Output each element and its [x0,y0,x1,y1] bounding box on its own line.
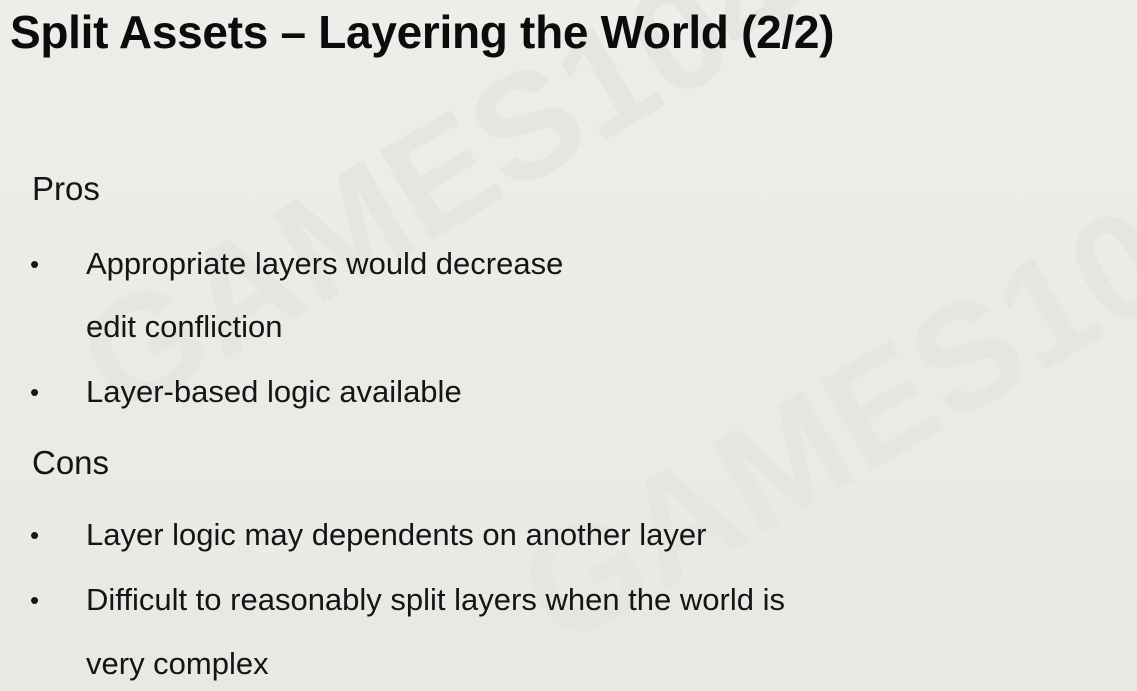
pros-heading: Pros [32,170,100,207]
bullet-icon: • [30,520,40,550]
bullet-text-continued: very complex [86,646,269,681]
bullet-icon: • [30,249,40,279]
list-item: • Layer-based logic available [0,372,1137,412]
list-item: • Layer logic may dependents on another … [0,515,1137,555]
bullet-text: Difficult to reasonably split layers whe… [86,582,785,617]
slide: GAMES104 GAMES104 Split Assets – Layerin… [0,0,1137,691]
slide-title: Split Assets – Layering the World (2/2) [10,6,835,58]
cons-heading: Cons [32,444,110,481]
list-item: • Difficult to reasonably split layers w… [0,580,1137,681]
bullet-text-continued: edit confliction [86,309,283,344]
bullet-icon: • [30,585,40,615]
bullet-icon: • [30,377,40,407]
bullet-text: Layer-based logic available [86,374,462,409]
bullet-text: Appropriate layers would decrease [86,246,564,281]
bullet-text: Layer logic may dependents on another la… [86,517,707,552]
list-item: • Appropriate layers would decrease edit… [0,244,1137,344]
